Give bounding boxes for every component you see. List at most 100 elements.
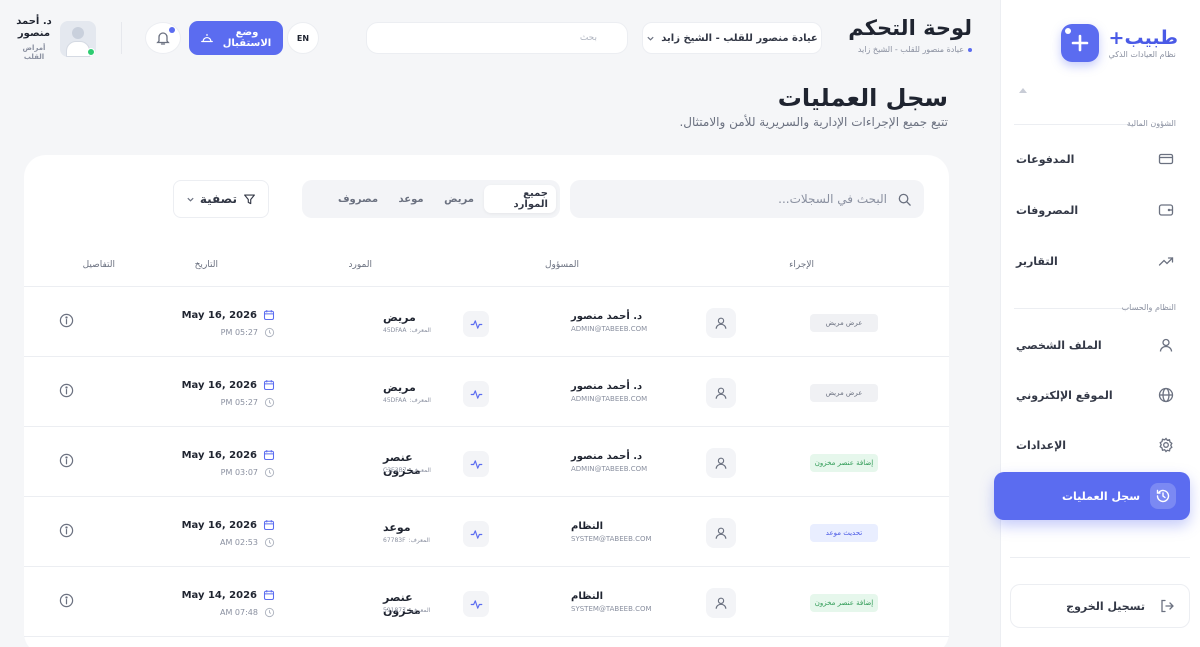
column-header-details: التفاصيل	[82, 260, 115, 270]
responsible-name: النظام	[571, 591, 604, 602]
table-row[interactable]: عرض مريض د. أحمد منصور ADMIN@TABEEB.COM …	[24, 287, 949, 357]
date: May 16, 2026	[182, 379, 275, 391]
sidebar-item-reports[interactable]: التقارير	[1016, 243, 1182, 279]
chevron-down-icon	[646, 34, 655, 43]
tab-appointment[interactable]: موعد	[388, 185, 434, 213]
global-search-placeholder: بحث	[579, 33, 597, 43]
logo-dot	[1064, 28, 1071, 34]
brand[interactable]: طبيب+ نظام العيادات الذكي	[1060, 24, 1178, 62]
user-icon	[706, 518, 736, 548]
date-value: May 16, 2026	[181, 379, 257, 391]
user-profile[interactable]: د. أحمد منصور أمراض القلب	[16, 16, 96, 62]
reception-mode-label: وضع الاستقبال	[222, 27, 272, 49]
collapse-arrow-icon[interactable]	[1019, 88, 1027, 93]
clock-icon	[264, 327, 275, 338]
sidebar-item-activity-log[interactable]: سجل العمليات	[994, 472, 1190, 520]
date: May 16, 2026	[182, 519, 275, 531]
bell-service-icon	[200, 31, 214, 45]
records-search-input[interactable]: البحث في السجلات...	[570, 180, 924, 218]
calendar-icon	[263, 380, 275, 391]
action-badge: عرض مريض	[810, 384, 878, 402]
column-header-resource: المورد	[348, 260, 372, 270]
resource-id-value: C3E3B7	[383, 467, 407, 474]
clock-icon	[264, 607, 275, 618]
sidebar-item-label: الإعدادات	[1016, 438, 1067, 452]
date-value: May 16, 2026	[181, 449, 257, 461]
filter-label: تصفية	[199, 192, 237, 206]
avatar-head	[72, 27, 84, 39]
sidebar-item-website[interactable]: الموقع الإلكتروني	[1016, 377, 1182, 413]
online-status-icon	[87, 48, 95, 56]
responsible-name: د. أحمد منصور	[571, 381, 643, 392]
sidebar-item-payments[interactable]: المدفوعات	[1016, 141, 1182, 177]
sidebar-item-profile[interactable]: الملف الشخصي	[1016, 327, 1182, 363]
time-value: PM 05:27	[220, 398, 258, 407]
global-search-input[interactable]: بحث	[366, 22, 628, 54]
tab-patient[interactable]: مريض	[436, 185, 482, 213]
header-subtitle-text: عيادة منصور للقلب - الشيخ زايد	[857, 45, 964, 54]
logout-button[interactable]: تسجيل الخروج	[1010, 584, 1190, 628]
clinic-select[interactable]: عيادة منصور للقلب - الشيخ زايد	[642, 22, 822, 54]
subtitle-bullet-icon	[968, 47, 972, 52]
table-row[interactable]: إضافة عنصر مخزون النظام SYSTEM@TABEEB.CO…	[24, 567, 949, 637]
responsible-email: ADMIN@TABEEB.COM	[571, 465, 648, 473]
avatar-body	[66, 41, 90, 57]
resource-id: المعرف: 67783F	[383, 537, 453, 544]
responsible-email: SYSTEM@TABEEB.COM	[571, 605, 652, 613]
info-icon[interactable]	[59, 523, 74, 538]
filter-icon	[243, 193, 256, 206]
resource-id-value: 591877	[383, 607, 406, 614]
resource-id-label: المعرف:	[409, 327, 431, 334]
resource-name: مريض	[383, 311, 416, 324]
user-icon	[706, 588, 736, 618]
resource-id-label: المعرف:	[408, 607, 431, 614]
info-icon[interactable]	[59, 313, 74, 328]
time-value: PM 03:07	[220, 468, 258, 477]
sidebar-item-label: الموقع الإلكتروني	[1016, 388, 1113, 402]
responsible-email: SYSTEM@TABEEB.COM	[571, 535, 652, 543]
reception-mode-button[interactable]: وضع الاستقبال	[189, 21, 283, 55]
brand-text: طبيب+ نظام العيادات الذكي	[1109, 27, 1178, 59]
table-row[interactable]: عرض مريض د. أحمد منصور ADMIN@TABEEB.COM …	[24, 357, 949, 427]
sidebar-item-settings[interactable]: الإعدادات	[1016, 427, 1182, 463]
user-info: د. أحمد منصور أمراض القلب	[16, 16, 52, 62]
table-row[interactable]: إضافة عنصر مخزون د. أحمد منصور ADMIN@TAB…	[24, 427, 949, 497]
date: May 16, 2026	[182, 449, 275, 461]
info-icon[interactable]	[59, 453, 74, 468]
section-label-system: النظام والحساب	[1121, 303, 1176, 312]
user-name: د. أحمد منصور	[16, 16, 52, 39]
info-icon[interactable]	[59, 383, 74, 398]
logout-icon	[1159, 598, 1175, 614]
calendar-icon	[263, 590, 275, 601]
user-icon	[706, 448, 736, 478]
header-subtitle: عيادة منصور للقلب - الشيخ زايد	[858, 45, 972, 54]
responsible-name: النظام	[571, 521, 604, 532]
language-toggle[interactable]: EN	[287, 22, 319, 54]
time-value: PM 05:27	[220, 328, 258, 337]
sidebar-item-expenses[interactable]: المصروفات	[1016, 192, 1182, 228]
responsible-name: د. أحمد منصور	[571, 451, 643, 462]
gear-icon	[1156, 437, 1176, 453]
activity-log-card: البحث في السجلات... جميع الموارد مريض مو…	[24, 155, 949, 647]
date: May 16, 2026	[182, 309, 275, 321]
user-icon	[706, 308, 736, 338]
resource-tabs: جميع الموارد مريض موعد مصروف	[302, 180, 560, 218]
tab-expense[interactable]: مصروف	[330, 185, 386, 213]
filter-dropdown[interactable]: تصفية	[173, 180, 269, 218]
info-icon[interactable]	[59, 593, 74, 608]
section-divider	[1014, 308, 1130, 309]
responsible-email: ADMIN@TABEEB.COM	[571, 325, 648, 333]
sidebar-item-label: المصروفات	[1016, 203, 1079, 217]
resource-id-label: المعرف:	[408, 537, 430, 544]
resource-id-value: 45DFAA	[383, 327, 407, 334]
activity-icon	[463, 311, 489, 337]
notifications-button[interactable]	[145, 22, 181, 54]
clock-icon	[264, 397, 275, 408]
clinic-select-value: عيادة منصور للقلب - الشيخ زايد	[661, 32, 818, 44]
resource-id: المعرف: 45DFAA	[383, 397, 453, 404]
tab-all-resources[interactable]: جميع الموارد	[484, 185, 556, 213]
sidebar-item-label: المدفوعات	[1016, 152, 1075, 166]
section-divider	[1010, 557, 1190, 558]
page-subtitle: تتبع جميع الإجراءات الإدارية والسريرية ل…	[679, 115, 948, 129]
table-row[interactable]: تحديث موعد النظام SYSTEM@TABEEB.COM موعد…	[24, 497, 949, 567]
